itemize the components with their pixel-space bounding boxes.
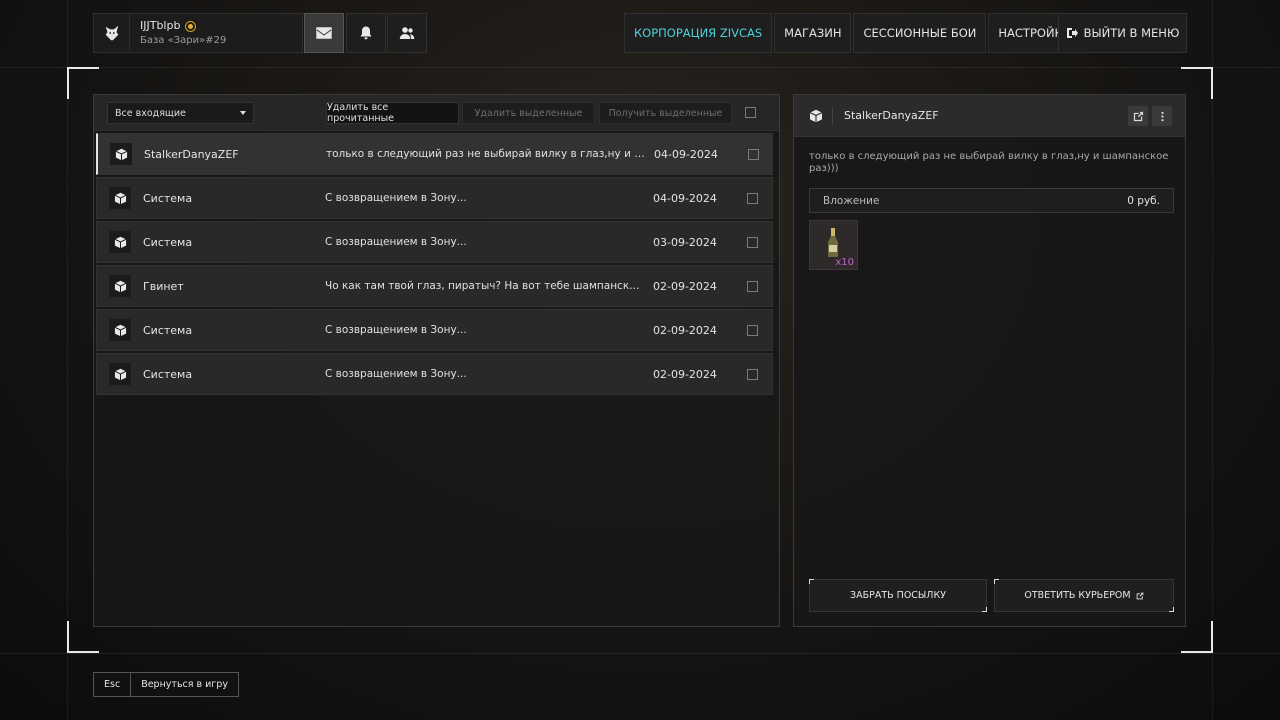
champagne-bottle-icon — [828, 228, 838, 257]
message-sender: Система — [143, 367, 193, 381]
bg-line — [1212, 0, 1213, 720]
message-row[interactable]: Гвинет Чо как там твой глаз, пиратыч? На … — [96, 265, 773, 307]
select-all-checkbox[interactable] — [745, 107, 756, 118]
message-row[interactable]: StalkerDanyaZEF только в следующий раз не… — [96, 133, 773, 175]
nav-shop[interactable]: МАГАЗИН — [774, 13, 852, 53]
nav-corporation-zivcas[interactable]: КОРПОРАЦИЯ ZIVCAS — [624, 13, 773, 53]
delete-all-read-button[interactable]: Удалить все прочитанные — [326, 102, 459, 124]
message-subject: С возвращением в Зону... — [325, 368, 467, 380]
external-link-icon — [1136, 592, 1143, 599]
chevron-down-icon — [240, 111, 246, 115]
message-subject: С возвращением в Зону... — [325, 192, 467, 204]
attachment-label: Вложение — [823, 194, 880, 207]
message-sender: Система — [143, 323, 193, 337]
package-icon — [109, 231, 131, 253]
message-detail-header: StalkerDanyaZEF — [794, 95, 1185, 137]
message-date: 04-09-2024 — [653, 191, 717, 205]
message-checkbox[interactable] — [747, 193, 758, 204]
attachment-item-slot[interactable]: x10 — [809, 220, 858, 270]
inbox-toolbar: Все входящие Удалить все прочитанные Уда… — [94, 95, 779, 131]
bg-line — [0, 67, 1280, 68]
attachment-summary: Вложение 0 руб. — [809, 188, 1174, 213]
message-detail-panel: StalkerDanyaZEF только в следующий раз н… — [793, 94, 1186, 627]
main-navigation: КОРПОРАЦИЯ ZIVCAS МАГАЗИН СЕССИОННЫЕ БОИ… — [624, 13, 1082, 53]
message-sender: StalkerDanyaZEF — [144, 147, 239, 161]
receive-selected-button[interactable]: Получить выделенные — [599, 102, 732, 124]
friends-button[interactable] — [387, 13, 427, 53]
message-sender-title: StalkerDanyaZEF — [844, 109, 939, 122]
reply-courier-label: ОТВЕТИТЬ КУРЬЕРОМ — [1024, 590, 1131, 601]
message-date: 02-09-2024 — [653, 367, 717, 381]
message-row[interactable]: Система С возвращением в Зону... 02-09-202… — [96, 309, 773, 351]
player-base: База «Зари»#29 — [140, 34, 227, 46]
mail-icon — [316, 27, 332, 39]
friends-icon — [399, 27, 415, 39]
header-separator — [832, 107, 833, 125]
message-row[interactable]: Система С возвращением в Зону... 02-09-202… — [96, 353, 773, 395]
message-checkbox[interactable] — [747, 369, 758, 380]
kebab-menu-icon — [1160, 111, 1164, 121]
take-parcel-label: ЗАБРАТЬ ПОСЫЛКУ — [850, 590, 946, 601]
delete-selected-button[interactable]: Удалить выделенные — [462, 102, 595, 124]
message-row[interactable]: Система С возвращением в Зону... 04-09-202… — [96, 177, 773, 219]
wolf-head-icon — [94, 14, 130, 52]
esc-key-hint: Esc — [94, 673, 132, 696]
message-sender: Система — [143, 191, 193, 205]
return-to-game-button[interactable]: Esc Вернуться в игру — [93, 672, 239, 697]
inbox-filter-select[interactable]: Все входящие — [107, 102, 254, 124]
message-body: только в следующий раз не выбирай вилку … — [809, 151, 1169, 174]
message-date: 02-09-2024 — [653, 279, 717, 293]
attachment-value: 0 руб. — [1127, 194, 1160, 207]
message-subject: С возвращением в Зону... — [325, 324, 467, 336]
external-link-icon — [1133, 111, 1143, 121]
take-parcel-button[interactable]: ЗАБРАТЬ ПОСЫЛКУ — [809, 579, 987, 612]
package-icon — [110, 143, 132, 165]
package-icon — [109, 363, 131, 385]
exit-label: ВЫЙТИ В МЕНЮ — [1083, 26, 1180, 40]
item-quantity: x10 — [835, 257, 854, 268]
package-icon — [109, 319, 131, 341]
player-name: IJJTblpb — [140, 19, 181, 33]
message-date: 02-09-2024 — [653, 323, 717, 337]
message-checkbox[interactable] — [747, 281, 758, 292]
package-icon — [806, 106, 826, 126]
player-profile[interactable]: IJJTblpb База «Зари»#29 — [93, 13, 303, 53]
rank-badge-icon — [185, 20, 197, 32]
message-date: 04-09-2024 — [654, 147, 718, 161]
package-icon — [109, 187, 131, 209]
message-subject: Чо как там твой глаз, пиратыч? На вот те… — [325, 280, 645, 292]
bg-line — [67, 0, 68, 720]
inbox-panel: Все входящие Удалить все прочитанные Уда… — [93, 94, 780, 627]
reply-courier-button[interactable]: ОТВЕТИТЬ КУРЬЕРОМ — [994, 579, 1174, 612]
exit-to-menu-button[interactable]: ВЫЙТИ В МЕНЮ — [1058, 13, 1187, 53]
exit-icon — [1066, 28, 1078, 38]
inbox-filter-value: Все входящие — [115, 107, 186, 119]
message-subject: С возвращением в Зону... — [325, 236, 467, 248]
notifications-button[interactable] — [346, 13, 386, 53]
open-external-button[interactable] — [1128, 106, 1148, 126]
message-date: 03-09-2024 — [653, 235, 717, 249]
message-checkbox[interactable] — [747, 237, 758, 248]
message-checkbox[interactable] — [747, 325, 758, 336]
return-to-game-label: Вернуться в игру — [141, 679, 228, 690]
message-sender: Система — [143, 235, 193, 249]
package-icon — [109, 275, 131, 297]
message-checkbox[interactable] — [748, 149, 759, 160]
nav-session-battles[interactable]: СЕССИОННЫЕ БОИ — [853, 13, 987, 53]
mail-button[interactable] — [304, 13, 344, 53]
message-sender: Гвинет — [143, 279, 184, 293]
message-row[interactable]: Система С возвращением в Зону... 03-09-202… — [96, 221, 773, 263]
more-options-button[interactable] — [1152, 106, 1172, 126]
bell-icon — [360, 26, 372, 40]
message-subject: только в следующий раз не выбирай вилку … — [326, 148, 646, 160]
bg-line — [0, 653, 1280, 654]
